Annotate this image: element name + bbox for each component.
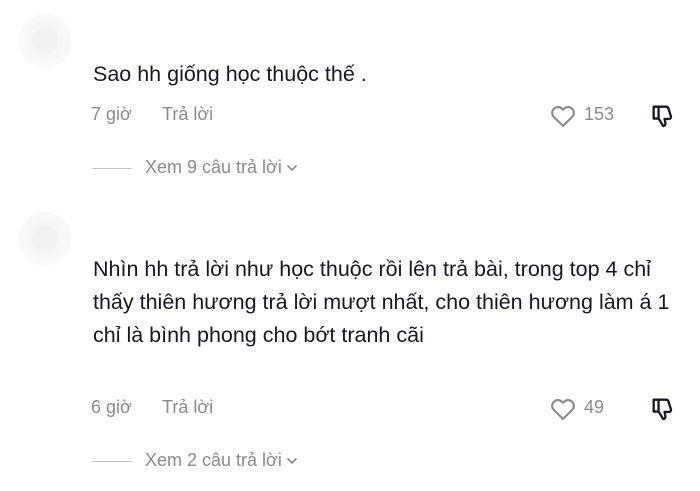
thumbs-down-icon	[652, 398, 673, 421]
chevron-down-icon	[286, 458, 297, 465]
comment-meta: 6 giờ Trả lời 49	[91, 395, 691, 423]
chevron-down-icon	[286, 165, 297, 172]
view-replies-button[interactable]: Xem 9 câu trả lời	[92, 157, 372, 181]
reply-button[interactable]: Trả lời	[162, 397, 213, 418]
heart-outline-icon	[551, 399, 575, 420]
like-count: 49	[584, 397, 605, 417]
view-replies-label: Xem 9 câu trả lời	[145, 157, 282, 177]
comment-time: 6 giờ	[91, 397, 132, 417]
avatar[interactable]	[18, 14, 72, 68]
dislike-button[interactable]	[649, 102, 677, 130]
comment-item: Nhìn hh trả lời như học thuộc rồi lên tr…	[0, 200, 700, 491]
view-replies-button[interactable]: Xem 2 câu trả lời	[92, 450, 372, 474]
divider-line	[92, 168, 132, 169]
comment-time: 7 giờ	[91, 104, 132, 124]
comment-text: Sao hh giống học thuộc thế .	[93, 62, 367, 86]
reply-button[interactable]: Trả lời	[162, 104, 213, 125]
like-button[interactable]: 153	[549, 102, 639, 130]
dislike-button[interactable]	[649, 395, 677, 423]
like-button[interactable]: 49	[549, 395, 639, 423]
comment-meta: 7 giờ Trả lời 153	[91, 102, 691, 130]
comment-item: Sao hh giống học thuộc thế . 7 giờ Trả l…	[0, 0, 700, 200]
divider-line	[92, 461, 132, 462]
heart-outline-icon	[551, 106, 575, 127]
avatar[interactable]	[18, 212, 72, 266]
comment-text: Nhìn hh trả lời như học thuộc rồi lên tr…	[93, 257, 670, 347]
like-count: 153	[584, 104, 615, 124]
view-replies-label: Xem 2 câu trả lời	[145, 450, 282, 470]
thumbs-down-icon	[652, 105, 673, 128]
